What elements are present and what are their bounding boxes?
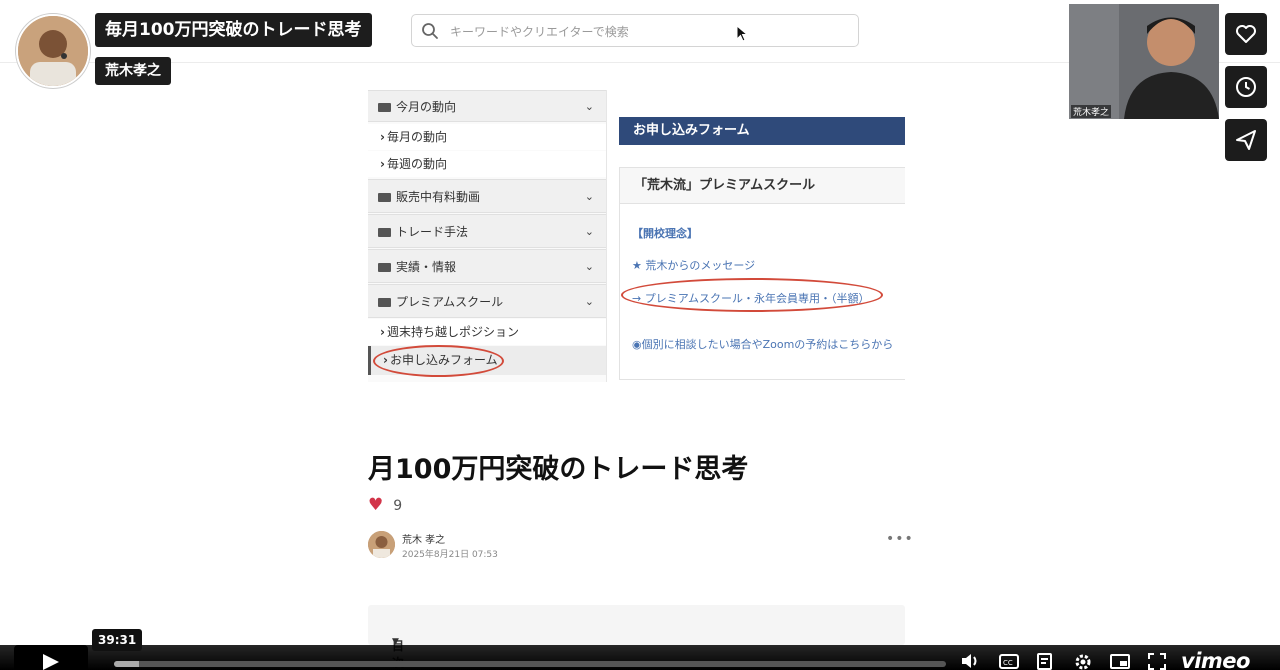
sidebar-item-label: トレード手法 — [396, 225, 469, 239]
mouse-cursor-icon — [736, 25, 748, 42]
form-section-label: 【開校理念】 — [632, 227, 698, 240]
folder-icon — [378, 298, 391, 307]
time-tooltip: 39:31 — [92, 629, 143, 651]
svg-text:CC: CC — [1003, 659, 1013, 667]
watch-later-button[interactable] — [1225, 66, 1267, 108]
send-icon — [1236, 130, 1256, 150]
play-button[interactable] — [14, 645, 88, 670]
author-name[interactable]: 荒木 孝之 — [402, 531, 445, 546]
settings-gear-icon[interactable] — [1073, 652, 1093, 670]
form-panel: 「荒木流」プレミアムスクール 【開校理念】 ★ 荒木からのメッセージ → プレミ… — [619, 167, 905, 380]
like-video-button[interactable] — [1225, 13, 1267, 55]
sidebar-item-label: 実績・情報 — [396, 260, 457, 274]
folder-icon — [378, 263, 391, 272]
share-button[interactable] — [1225, 119, 1267, 161]
folder-icon — [378, 103, 391, 112]
search-bar[interactable] — [411, 14, 859, 47]
arrow-right-icon: › — [380, 325, 385, 339]
volume-icon[interactable] — [960, 652, 980, 670]
sidebar-item-label: プレミアムスクール — [396, 295, 504, 309]
progress-fill — [114, 661, 139, 667]
folder-icon — [378, 193, 391, 202]
sidebar-item-label: 週末持ち越しポジション — [386, 325, 519, 339]
chevron-down-icon: ⌄ — [584, 260, 594, 273]
progress-bar[interactable] — [114, 661, 946, 667]
chevron-down-icon: ⌄ — [584, 190, 594, 203]
transcript-icon[interactable] — [1035, 652, 1055, 670]
avatar-photo — [18, 16, 88, 86]
sidebar-item-label: 毎月の動向 — [386, 130, 447, 144]
creator-avatar[interactable] — [16, 14, 90, 88]
sidebar-item-every-month[interactable]: › 毎月の動向 — [368, 124, 606, 150]
like-count: 9 — [393, 498, 403, 514]
video-author[interactable]: 荒木孝之 — [95, 57, 171, 85]
sidebar-item-premium-school[interactable]: プレミアムスクール ⌄ — [368, 284, 606, 318]
captions-icon[interactable]: CC — [999, 652, 1019, 670]
avatar-photo — [368, 531, 395, 558]
form-title: 「荒木流」プレミアムスクール — [620, 168, 905, 204]
search-input[interactable] — [448, 19, 852, 45]
article-title: 月100万円突破のトレード思考 — [368, 454, 749, 485]
video-frame: 今月の動向 ⌄ ›毎月の動向 ›毎週の動向 販売中有料動画 ⌄ トレード手法 ⌄… — [0, 0, 1280, 670]
search-icon — [422, 23, 438, 39]
heart-icon: ♥ — [368, 495, 384, 515]
fullscreen-icon[interactable] — [1147, 652, 1167, 670]
sidebar-item-label: 販売中有料動画 — [396, 190, 481, 204]
webcam-feed — [1069, 4, 1219, 119]
clock-icon — [1236, 77, 1256, 97]
message-link[interactable]: ★ 荒木からのメッセージ — [632, 257, 755, 273]
chevron-down-icon: ⌄ — [584, 225, 594, 238]
table-of-contents[interactable]: ▼目次 — [368, 605, 905, 670]
more-options-icon[interactable]: ••• — [886, 531, 914, 547]
picture-in-picture-icon[interactable] — [1110, 652, 1130, 670]
sidebar-item-weekend-position[interactable]: › 週末持ち越しポジション — [368, 319, 606, 345]
sidebar-menu: 今月の動向 ⌄ › 毎月の動向 › 毎週の動向 販売中有料動画 ⌄ トレード手法 ⌄… — [368, 90, 607, 382]
video-title[interactable]: 毎月100万円突破のトレード思考 — [95, 13, 372, 47]
like-button[interactable]: ♥ 9 — [368, 495, 402, 515]
webcam-overlay: 荒木孝之 — [1069, 4, 1219, 119]
play-icon — [43, 654, 59, 670]
arrow-right-icon: › — [380, 157, 385, 171]
sidebar-item-every-week[interactable]: › 毎週の動向 — [368, 151, 606, 177]
webcam-name: 荒木孝之 — [1071, 105, 1112, 118]
sidebar-item-label: 毎週の動向 — [386, 157, 447, 171]
arrow-right-icon: › — [380, 130, 385, 144]
sidebar-item-monthly-trend[interactable]: 今月の動向 ⌄ — [368, 90, 606, 122]
sidebar-item-trade-method[interactable]: トレード手法 ⌄ — [368, 214, 606, 248]
highlight-circle — [373, 345, 504, 377]
chevron-down-icon: ⌄ — [584, 295, 594, 308]
vimeo-logo[interactable]: vimeo — [1181, 649, 1250, 670]
heart-outline-icon — [1236, 25, 1256, 43]
sidebar-item-paid-videos[interactable]: 販売中有料動画 ⌄ — [368, 179, 606, 213]
author-avatar[interactable] — [368, 531, 395, 558]
folder-icon — [378, 228, 391, 237]
sidebar-item-label: 今月の動向 — [396, 100, 457, 114]
post-date: 2025年8月21日 07:53 — [402, 550, 498, 560]
chevron-down-icon: ⌄ — [584, 100, 594, 113]
consultation-link[interactable]: ◉個別に相談したい場合やZoomの予約はこちらから — [632, 336, 893, 352]
sidebar-item-results[interactable]: 実績・情報 ⌄ — [368, 249, 606, 283]
highlight-circle — [621, 278, 883, 312]
form-header: お申し込みフォーム — [619, 117, 905, 145]
